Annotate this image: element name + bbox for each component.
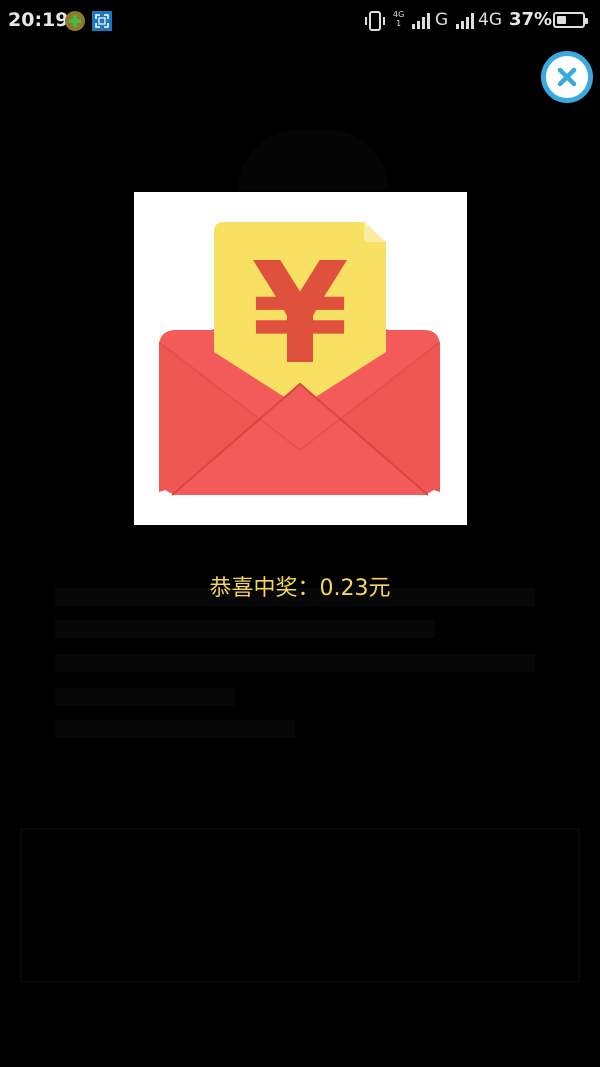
vibrate-icon	[365, 11, 385, 31]
background-text-line	[55, 654, 535, 672]
background-avatar-shape	[238, 130, 388, 190]
battery-icon	[553, 12, 588, 28]
signal-strength-icon-2	[456, 13, 474, 29]
lte-bottom-label: 1	[396, 19, 402, 28]
background-panel	[20, 828, 580, 983]
red-envelope-icon: ¥	[158, 222, 441, 496]
yen-symbol: ¥	[251, 233, 348, 396]
app-notification-icon	[65, 11, 85, 31]
background-text-line	[55, 688, 235, 706]
signal-strength-icon	[412, 13, 430, 29]
network-type-label-2: 4G	[478, 10, 502, 30]
red-envelope-image: ¥	[134, 192, 467, 525]
screenshot-notification-icon	[92, 11, 112, 31]
battery-tip	[585, 18, 588, 24]
battery-level-fill	[557, 16, 566, 24]
status-time: 20:19	[8, 9, 69, 31]
network-type-label: G	[435, 10, 449, 30]
lte-top-label: 4G	[393, 10, 405, 19]
close-icon	[557, 67, 577, 87]
status-bar: 20:19 4G 1 G 4G 37%	[0, 0, 600, 42]
lte-indicator: 4G 1	[393, 10, 404, 28]
battery-percentage: 37%	[509, 9, 553, 30]
background-text-line	[55, 620, 435, 638]
background-text-line	[55, 720, 295, 738]
close-button[interactable]	[541, 51, 593, 103]
prize-message: 恭喜中奖：0.23元	[209, 576, 391, 601]
